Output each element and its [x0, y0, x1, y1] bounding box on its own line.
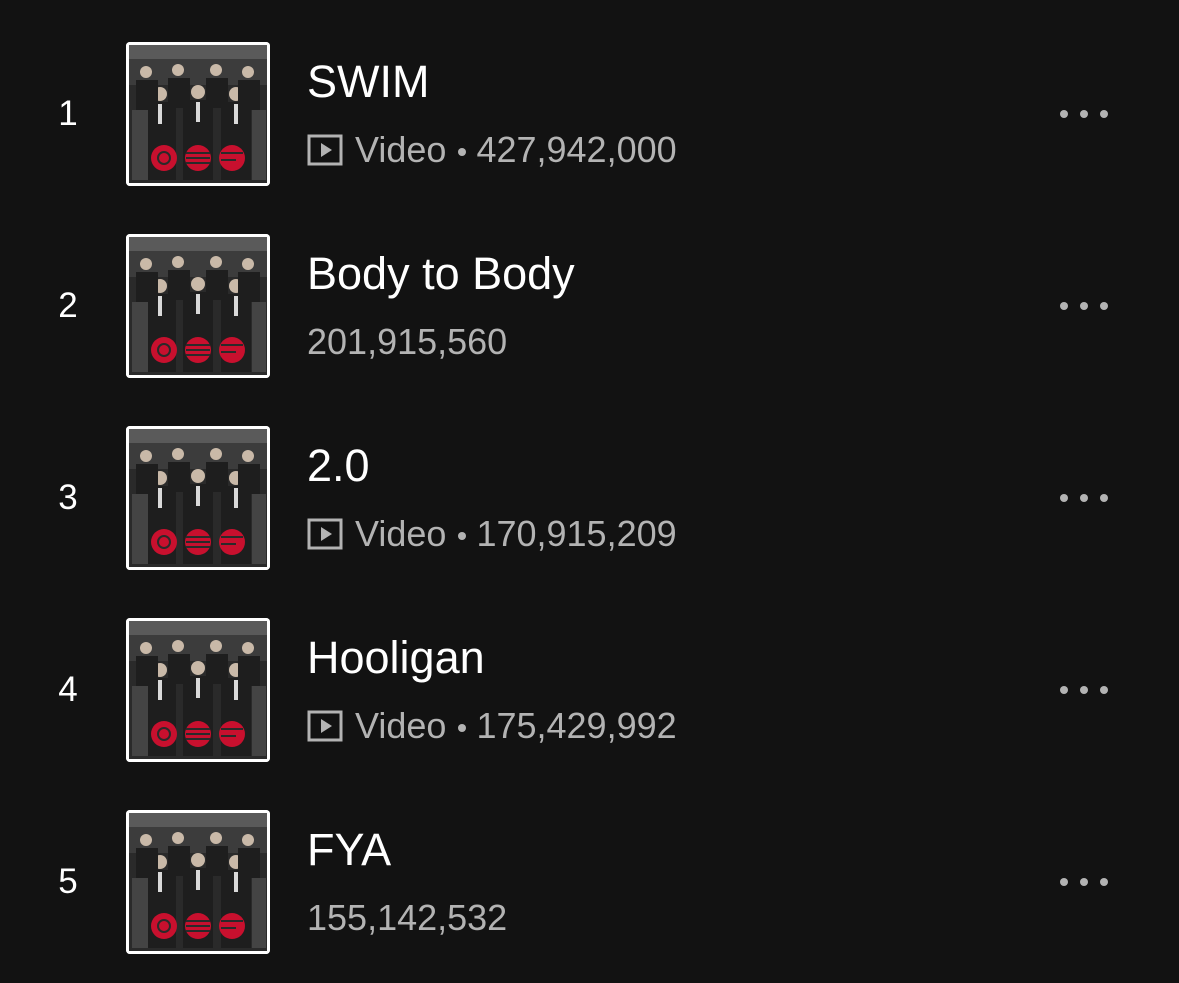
more-options-icon [1080, 686, 1088, 694]
track-rank: 5 [58, 862, 78, 901]
track-plays: 155,142,532 [307, 897, 508, 938]
track-rank: 2 [58, 286, 78, 325]
more-options-icon [1100, 686, 1108, 694]
more-options-icon [1060, 302, 1068, 310]
more-options-icon [1060, 686, 1068, 694]
more-options-button[interactable] [1044, 90, 1124, 138]
track-title[interactable]: Body to Body [307, 246, 575, 302]
track-type-label: Video [355, 705, 447, 746]
track-rank: 1 [58, 94, 78, 133]
video-icon [307, 134, 343, 166]
track-title[interactable]: SWIM [307, 54, 429, 110]
more-options-icon [1100, 878, 1108, 886]
video-icon [307, 710, 343, 742]
more-options-button[interactable] [1044, 474, 1124, 522]
separator-dot [458, 148, 467, 156]
separator-dot [458, 532, 467, 540]
separator-dot [458, 724, 467, 732]
more-options-icon [1080, 302, 1088, 310]
track-rank: 4 [58, 670, 78, 709]
more-options-button[interactable] [1044, 858, 1124, 906]
more-options-icon [1080, 878, 1088, 886]
track-meta: Video 427,942,000 [307, 128, 677, 172]
album-art [126, 42, 270, 186]
more-options-icon [1100, 494, 1108, 502]
track-type-label: Video [355, 129, 447, 170]
track-title[interactable]: Hooligan [307, 630, 485, 686]
track-row[interactable]: 3 2.0 Video 170,915,209 [0, 426, 1179, 570]
track-meta: Video 175,429,992 [307, 704, 677, 748]
track-title[interactable]: FYA [307, 822, 391, 878]
video-icon [307, 518, 343, 550]
album-art [126, 234, 270, 378]
track-title[interactable]: 2.0 [307, 438, 370, 494]
more-options-button[interactable] [1044, 282, 1124, 330]
more-options-button[interactable] [1044, 666, 1124, 714]
track-list: 1 SWIM Video 427,942,000 2 Body to Body … [0, 0, 1179, 983]
track-rank: 3 [58, 478, 78, 517]
album-art [126, 618, 270, 762]
more-options-icon [1100, 110, 1108, 118]
more-options-icon [1060, 110, 1068, 118]
album-art [126, 810, 270, 954]
more-options-icon [1060, 878, 1068, 886]
track-row[interactable]: 4 Hooligan Video 175,429,992 [0, 618, 1179, 762]
album-art [126, 426, 270, 570]
track-type-label: Video [355, 513, 447, 554]
more-options-icon [1080, 110, 1088, 118]
track-plays: 201,915,560 [307, 321, 508, 362]
track-plays: 427,942,000 [476, 129, 677, 170]
more-options-icon [1100, 302, 1108, 310]
track-plays: 175,429,992 [476, 705, 677, 746]
track-plays: 170,915,209 [476, 513, 677, 554]
more-options-icon [1060, 494, 1068, 502]
more-options-icon [1080, 494, 1088, 502]
track-row[interactable]: 2 Body to Body 201,915,560 [0, 234, 1179, 378]
track-meta: Video 170,915,209 [307, 512, 677, 556]
track-meta: 201,915,560 [307, 320, 507, 364]
track-row[interactable]: 5 FYA 155,142,532 [0, 810, 1179, 954]
track-row[interactable]: 1 SWIM Video 427,942,000 [0, 42, 1179, 186]
track-meta: 155,142,532 [307, 896, 507, 940]
